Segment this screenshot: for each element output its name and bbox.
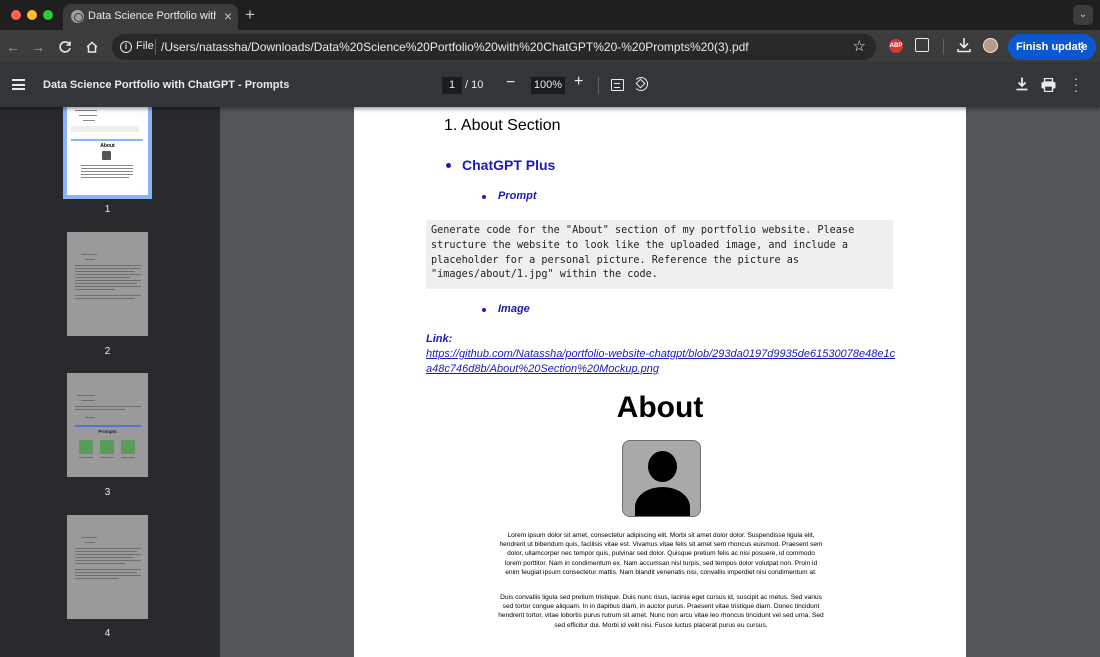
rotate-icon[interactable] (634, 77, 648, 91)
active-tab[interactable]: Data Science Portfolio with ChatGPT - Pr… (63, 4, 238, 30)
thumbnail-page-4[interactable] (67, 515, 148, 619)
subsection-heading: ChatGPT Plus (462, 157, 556, 173)
divider (598, 77, 599, 94)
zoom-out-button[interactable]: − (506, 74, 515, 92)
thumbnail-avatar (102, 151, 111, 160)
more-vertical-icon: ⋮ (1076, 40, 1088, 54)
thumbnail-page-3[interactable]: Prompts (67, 373, 148, 477)
tab-title: Data Science Portfolio with ChatGPT - Pr… (88, 10, 216, 22)
document-viewport[interactable]: 1. About Section ChatGPT Plus Prompt Gen… (220, 107, 1100, 657)
forward-button[interactable]: → (27, 36, 49, 58)
mockup-paragraph-2: Duis convallis ligula sed pretium tristi… (498, 594, 824, 629)
link-label: Link: (426, 333, 453, 345)
download-icon[interactable] (956, 36, 972, 54)
person-placeholder-icon (622, 440, 701, 517)
browser-toolbar: ← → i File /Users/natassha/Downloads/Dat… (0, 30, 1100, 63)
divider (943, 39, 944, 55)
thumbnail-label: 1 (104, 204, 111, 215)
image-heading: Image (498, 303, 530, 315)
thumbnail-heading: About (100, 143, 115, 149)
new-tab-button[interactable]: + (245, 5, 255, 25)
zoom-level-input[interactable]: 100% (531, 77, 565, 94)
more-vertical-icon[interactable]: · · · (1072, 72, 1080, 97)
arrow-left-icon: ← (6, 39, 20, 55)
bullet-icon (482, 195, 486, 199)
extensions-puzzle-icon[interactable] (915, 38, 929, 52)
bullet-icon (446, 163, 451, 168)
home-icon (86, 41, 98, 53)
bullet-icon (482, 308, 486, 312)
close-window-button[interactable] (11, 10, 21, 20)
bookmark-star-icon[interactable]: ☆ (853, 37, 866, 55)
page-total: / 10 (465, 79, 484, 91)
thumbnail-heading: Prompts (98, 429, 117, 434)
thumbnail-label: 2 (104, 346, 111, 357)
chevron-down-icon: ⌄ (1078, 9, 1088, 20)
scheme-label: File (136, 40, 154, 52)
home-button[interactable] (81, 36, 103, 58)
adblock-extension-icon[interactable]: ABP (889, 39, 903, 53)
section-heading: 1. About Section (444, 117, 561, 134)
hamburger-menu-icon[interactable] (12, 79, 25, 90)
finish-update-button[interactable]: Finish update ⋮ (1008, 34, 1096, 60)
divider (155, 39, 156, 55)
mockup-paragraph-1: Lorem ipsum dolor sit amet, consectetur … (499, 532, 823, 576)
fit-to-page-icon[interactable] (611, 79, 624, 91)
pdf-page: 1. About Section ChatGPT Plus Prompt Gen… (354, 107, 966, 657)
tab-search-button[interactable]: ⌄ (1073, 5, 1093, 25)
prompt-heading: Prompt (498, 190, 537, 202)
minimize-window-button[interactable] (27, 10, 37, 20)
reload-icon (59, 41, 71, 53)
tab-strip: Data Science Portfolio with ChatGPT - Pr… (0, 0, 1100, 30)
thumbnail-label: 3 (104, 487, 111, 498)
pdf-download-icon[interactable] (1014, 76, 1030, 92)
globe-icon (71, 10, 84, 23)
info-icon[interactable]: i (120, 41, 132, 53)
page-number-input[interactable]: 1 (442, 77, 462, 94)
prompt-code-block: Generate code for the "About" section of… (426, 220, 893, 289)
profile-avatar[interactable] (983, 38, 998, 53)
tab-close-icon[interactable]: × (224, 8, 232, 24)
pdf-title: Data Science Portfolio with ChatGPT - Pr… (43, 79, 290, 91)
pdf-toolbar: Data Science Portfolio with ChatGPT - Pr… (0, 63, 1100, 107)
mockup-link[interactable]: https://github.com/Natassha/portfolio-we… (426, 347, 896, 376)
back-button[interactable]: ← (2, 36, 24, 58)
zoom-in-button[interactable]: + (574, 73, 583, 91)
print-icon[interactable] (1041, 78, 1056, 92)
arrow-right-icon: → (31, 39, 45, 55)
thumbnail-sidebar: About 1 2 Prompts 3 4 (0, 107, 220, 657)
reload-button[interactable] (54, 36, 76, 58)
mockup-about-title: About (616, 391, 704, 424)
thumbnail-page-2[interactable] (67, 232, 148, 336)
maximize-window-button[interactable] (43, 10, 53, 20)
address-bar[interactable]: i File /Users/natassha/Downloads/Data%20… (112, 34, 876, 60)
thumbnail-label: 4 (104, 628, 111, 639)
thumbnail-page-1[interactable]: About (63, 107, 152, 199)
url-text[interactable]: /Users/natassha/Downloads/Data%20Science… (161, 40, 749, 54)
